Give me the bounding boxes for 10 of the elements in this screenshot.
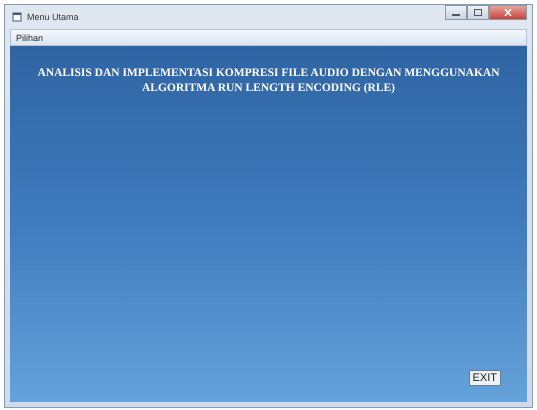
close-button[interactable] xyxy=(489,5,527,20)
maximize-icon xyxy=(474,9,482,16)
window-title: Menu Utama xyxy=(27,12,79,22)
app-icon xyxy=(12,12,22,22)
maximize-button[interactable] xyxy=(467,5,489,20)
menu-item[interactable]: Pilihan xyxy=(11,32,48,42)
exit-button[interactable]: EXIT xyxy=(468,370,501,386)
minimize-button[interactable] xyxy=(445,5,467,20)
close-icon xyxy=(504,9,512,16)
heading: ANALISIS DAN IMPLEMENTASI KOMPRESI FILE AUDIO DENGAN MENGGUNAKAN ALGORITMA RUN LENGTH ENCODING (RLE) xyxy=(36,66,501,96)
